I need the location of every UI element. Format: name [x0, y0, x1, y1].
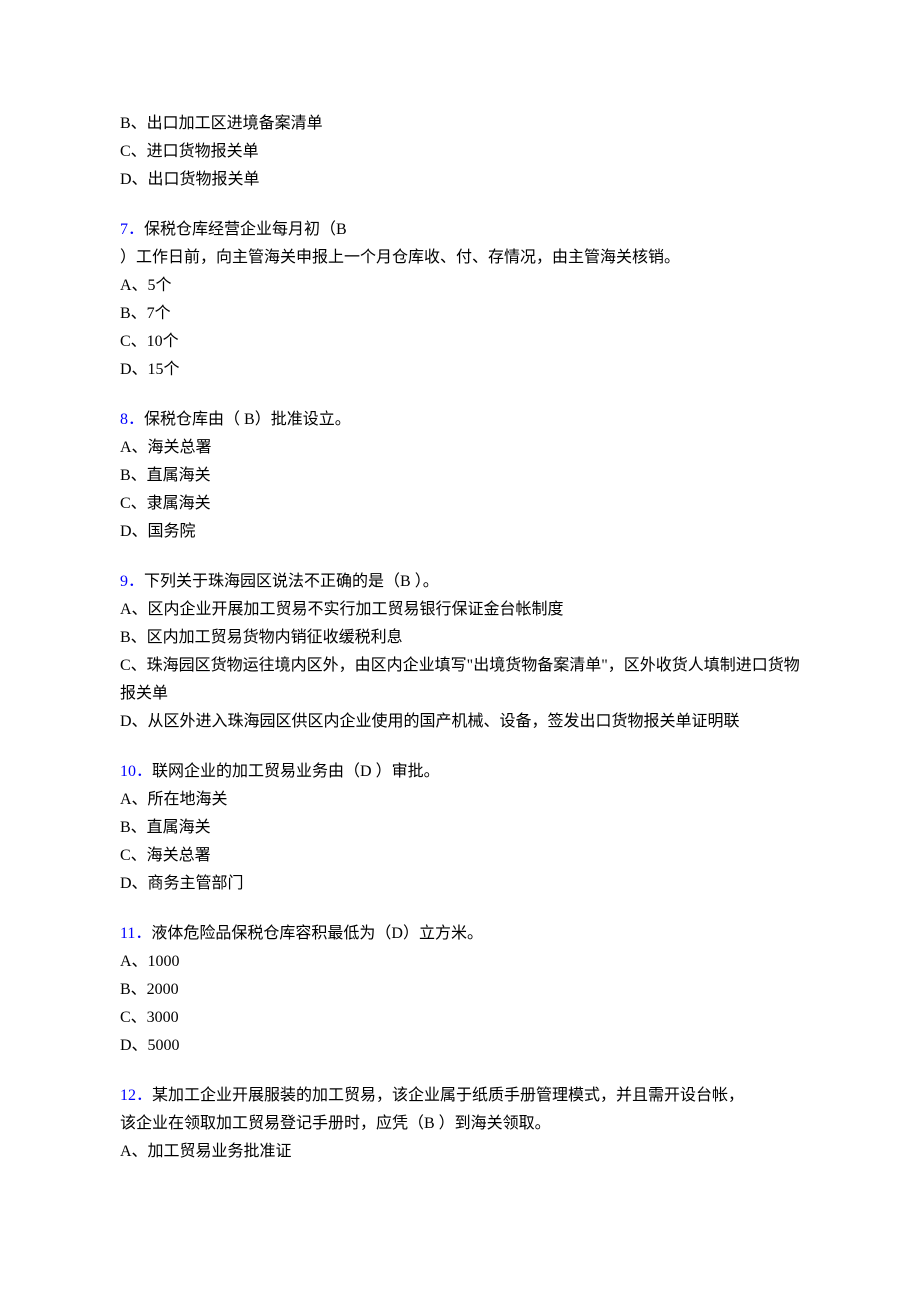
option-a: A、5个 — [120, 272, 800, 300]
option-d: D、5000 — [120, 1032, 800, 1060]
option-b: B、区内加工贸易货物内销征收缓税利息 — [120, 624, 800, 652]
question-text: 保税仓库经营企业每月初（B — [144, 221, 347, 238]
option-a: A、加工贸易业务批准证 — [120, 1138, 800, 1166]
option-b: B、2000 — [120, 976, 800, 1004]
question-number: 7． — [120, 221, 144, 238]
option-d: D、15个 — [120, 356, 800, 384]
option-c: C、隶属海关 — [120, 490, 800, 518]
question-text-line: 8．保税仓库由（ B）批准设立。 — [120, 406, 800, 434]
question-9: 9．下列关于珠海园区说法不正确的是（B ）。 A、区内企业开展加工贸易不实行加工… — [120, 568, 800, 736]
question-number: 12． — [120, 1087, 152, 1104]
question-text-line2: 该企业在领取加工贸易登记手册时，应凭（B ）到海关领取。 — [120, 1110, 800, 1138]
option-c: C、进口货物报关单 — [120, 138, 800, 166]
question-text: 某加工企业开展服装的加工贸易，该企业属于纸质手册管理模式，并且需开设台帐， — [152, 1087, 744, 1104]
question-text: 液体危险品保税仓库容积最低为（D）立方米。 — [151, 925, 483, 942]
question-6-tail: B、出口加工区进境备案清单 C、进口货物报关单 D、出口货物报关单 — [120, 110, 800, 194]
question-number: 11． — [120, 925, 151, 942]
question-8: 8．保税仓库由（ B）批准设立。 A、海关总署 B、直属海关 C、隶属海关 D、… — [120, 406, 800, 546]
option-d: D、从区外进入珠海园区供区内企业使用的国产机械、设备，签发出口货物报关单证明联 — [120, 708, 800, 736]
question-12: 12．某加工企业开展服装的加工贸易，该企业属于纸质手册管理模式，并且需开设台帐，… — [120, 1082, 800, 1166]
question-number: 9． — [120, 573, 144, 590]
question-number: 10． — [120, 763, 152, 780]
question-7: 7．保税仓库经营企业每月初（B ）工作日前，向主管海关申报上一个月仓库收、付、存… — [120, 216, 800, 384]
option-b: B、直属海关 — [120, 814, 800, 842]
option-d: D、商务主管部门 — [120, 870, 800, 898]
option-c: C、珠海园区货物运往境内区外，由区内企业填写"出境货物备案清单"，区外收货人填制… — [120, 652, 800, 708]
question-10: 10．联网企业的加工贸易业务由（D ）审批。 A、所在地海关 B、直属海关 C、… — [120, 758, 800, 898]
question-number: 8． — [120, 411, 144, 428]
option-a: A、海关总署 — [120, 434, 800, 462]
question-text-line1: 12．某加工企业开展服装的加工贸易，该企业属于纸质手册管理模式，并且需开设台帐， — [120, 1082, 800, 1110]
question-text-line: 11．液体危险品保税仓库容积最低为（D）立方米。 — [120, 920, 800, 948]
option-a: A、所在地海关 — [120, 786, 800, 814]
option-b: B、出口加工区进境备案清单 — [120, 110, 800, 138]
question-text: 联网企业的加工贸易业务由（D ）审批。 — [152, 763, 440, 780]
option-c: C、10个 — [120, 328, 800, 356]
document-page: B、出口加工区进境备案清单 C、进口货物报关单 D、出口货物报关单 7．保税仓库… — [0, 0, 920, 1302]
option-a: A、区内企业开展加工贸易不实行加工贸易银行保证金台帐制度 — [120, 596, 800, 624]
option-b: B、7个 — [120, 300, 800, 328]
option-b: B、直属海关 — [120, 462, 800, 490]
option-c: C、3000 — [120, 1004, 800, 1032]
question-text-line2: ）工作日前，向主管海关申报上一个月仓库收、付、存情况，由主管海关核销。 — [120, 244, 800, 272]
option-c: C、海关总署 — [120, 842, 800, 870]
option-d: D、国务院 — [120, 518, 800, 546]
question-text-line1: 7．保税仓库经营企业每月初（B — [120, 216, 800, 244]
question-11: 11．液体危险品保税仓库容积最低为（D）立方米。 A、1000 B、2000 C… — [120, 920, 800, 1060]
question-text: 下列关于珠海园区说法不正确的是（B ）。 — [144, 573, 439, 590]
question-text: 保税仓库由（ B）批准设立。 — [144, 411, 351, 428]
question-text-line: 10．联网企业的加工贸易业务由（D ）审批。 — [120, 758, 800, 786]
option-a: A、1000 — [120, 948, 800, 976]
question-text-line: 9．下列关于珠海园区说法不正确的是（B ）。 — [120, 568, 800, 596]
option-d: D、出口货物报关单 — [120, 166, 800, 194]
